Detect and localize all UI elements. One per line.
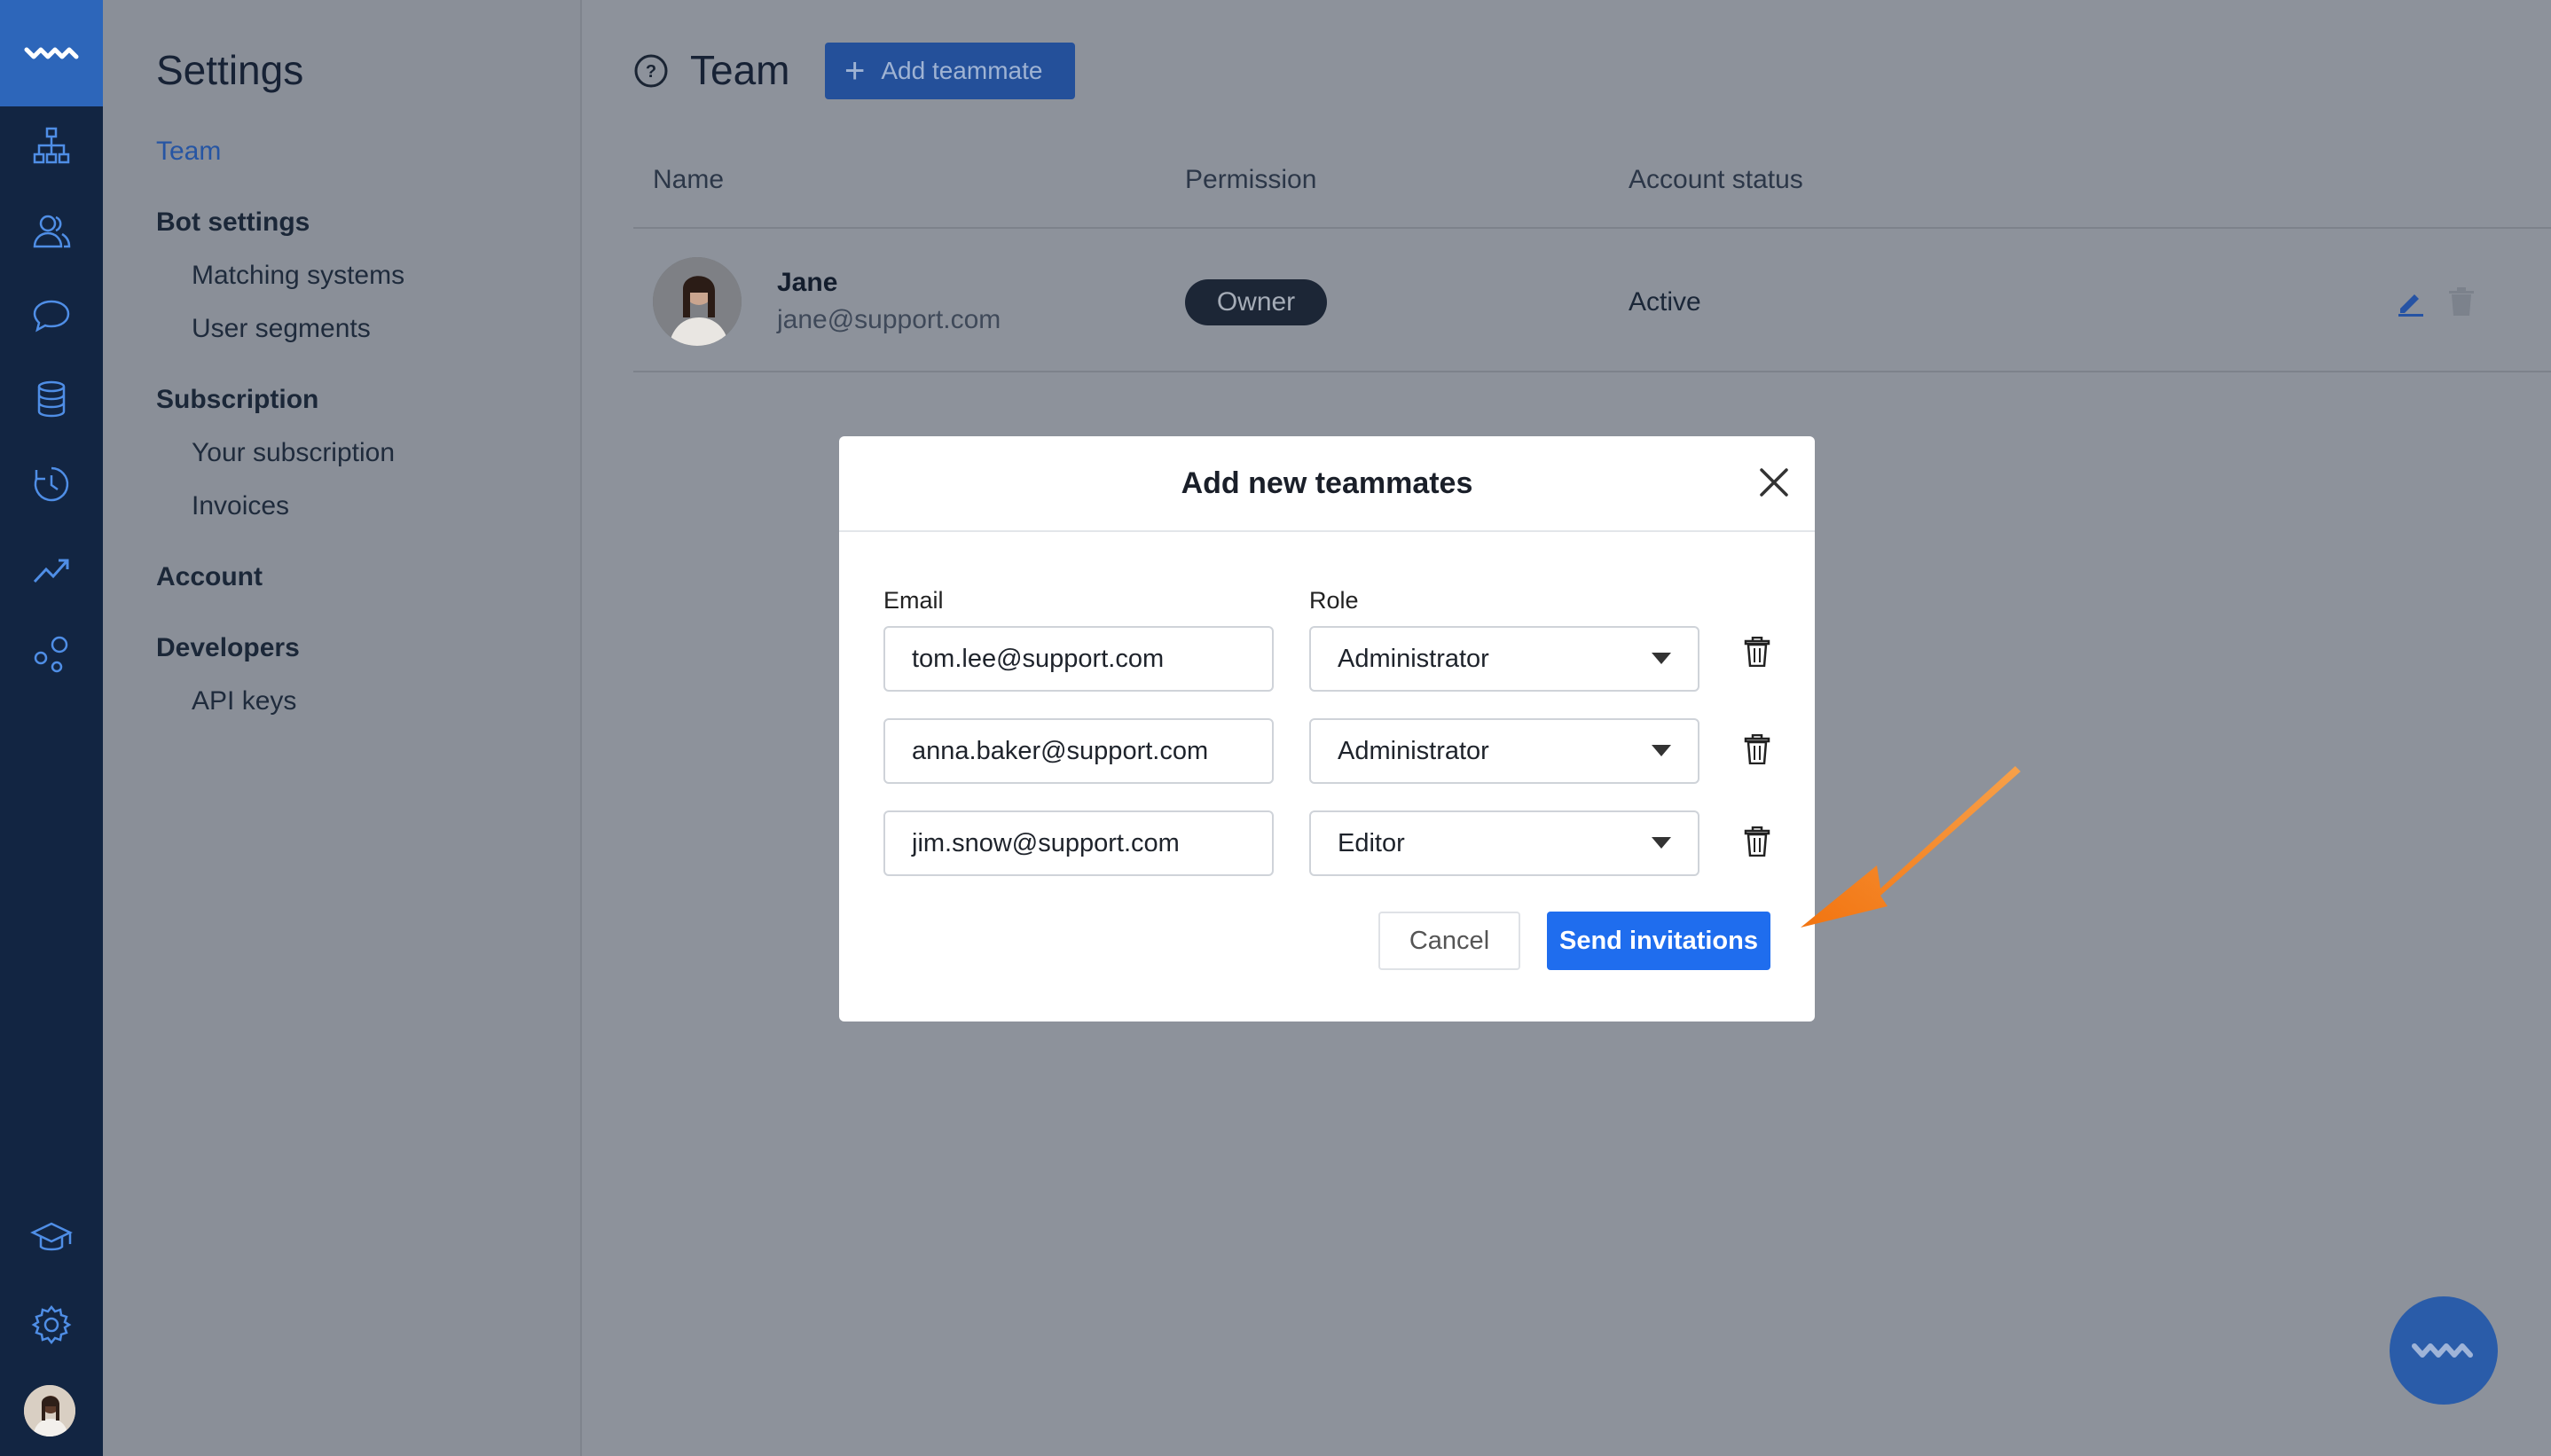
role-value: Editor — [1338, 828, 1405, 857]
settings-panel: Settings Team Bot settings Matching syst… — [103, 0, 582, 1456]
nav-team[interactable]: Team — [156, 137, 221, 167]
role-select[interactable]: Administrator — [1309, 626, 1699, 692]
role-value: Administrator — [1338, 644, 1489, 673]
nav-invoices[interactable]: Invoices — [192, 491, 289, 521]
modal-title: Add new teammates — [1181, 466, 1473, 500]
email-field[interactable]: tom.lee@support.com — [883, 626, 1274, 692]
column-header-permission: Permission — [1185, 165, 1317, 194]
nav-api-keys[interactable]: API keys — [192, 686, 296, 716]
user-avatar — [653, 257, 742, 346]
add-teammate-button[interactable]: + Add teammate — [825, 43, 1075, 99]
annotation-arrow-icon — [1801, 766, 2021, 928]
user-email: jane@support.com — [777, 305, 1001, 334]
role-select[interactable]: Administrator — [1309, 718, 1699, 784]
account-status: Active — [1629, 287, 1701, 317]
remove-row-trash-icon[interactable] — [1744, 826, 1770, 857]
column-header-status: Account status — [1629, 165, 1803, 194]
email-field[interactable]: anna.baker@support.com — [883, 718, 1274, 784]
edit-pencil-icon[interactable] — [2395, 286, 2427, 317]
nav-matching-systems[interactable]: Matching systems — [192, 261, 404, 291]
close-icon[interactable] — [1756, 465, 1792, 500]
header-divider — [633, 227, 2551, 229]
profile-avatar[interactable] — [24, 1385, 75, 1436]
nav-account[interactable]: Account — [156, 562, 263, 592]
send-invitations-button[interactable]: Send invitations — [1547, 912, 1770, 970]
caret-down-icon — [1652, 653, 1671, 664]
role-value: Administrator — [1338, 736, 1489, 765]
caret-down-icon — [1652, 745, 1671, 756]
integrations-icon[interactable] — [25, 628, 78, 681]
nav-your-subscription[interactable]: Your subscription — [192, 438, 395, 468]
remove-row-trash-icon[interactable] — [1744, 637, 1770, 667]
permission-badge: Owner — [1185, 279, 1327, 325]
app-logo[interactable] — [0, 0, 103, 106]
history-icon[interactable] — [25, 458, 78, 511]
chat-widget-button[interactable] — [2390, 1296, 2498, 1405]
settings-gear-icon[interactable] — [25, 1298, 78, 1351]
nav-subscription[interactable]: Subscription — [156, 385, 318, 415]
users-icon[interactable] — [25, 204, 78, 257]
remove-row-trash-icon[interactable] — [1744, 734, 1770, 764]
email-label: Email — [883, 587, 944, 614]
svg-text:?: ? — [646, 62, 656, 82]
email-field[interactable]: jim.snow@support.com — [883, 810, 1274, 876]
wave-chat-icon — [2412, 1343, 2473, 1358]
settings-title: Settings — [156, 47, 304, 93]
role-label: Role — [1309, 587, 1359, 614]
add-teammate-label: Add teammate — [881, 57, 1043, 84]
caret-down-icon — [1652, 837, 1671, 849]
cancel-button[interactable]: Cancel — [1378, 912, 1520, 970]
hierarchy-icon[interactable] — [25, 119, 78, 172]
database-icon[interactable] — [25, 372, 78, 426]
analytics-trend-icon[interactable] — [25, 543, 78, 596]
role-select[interactable]: Editor — [1309, 810, 1699, 876]
add-teammates-modal: Add new teammates Email Role tom.lee@sup… — [839, 436, 1815, 1022]
delete-trash-icon[interactable] — [2446, 286, 2476, 317]
page-title: Team — [690, 47, 790, 93]
plus-icon: + — [844, 51, 866, 90]
wave-logo-icon — [24, 47, 79, 59]
app-rail — [0, 0, 103, 1456]
academy-cap-icon[interactable] — [25, 1211, 78, 1264]
nav-user-segments[interactable]: User segments — [192, 314, 371, 344]
nav-bot-settings[interactable]: Bot settings — [156, 207, 310, 238]
chat-bubble-icon[interactable] — [25, 289, 78, 342]
nav-developers[interactable]: Developers — [156, 633, 300, 663]
help-icon[interactable]: ? — [633, 53, 669, 89]
row-divider — [633, 371, 2551, 372]
column-header-name: Name — [653, 165, 725, 194]
user-name: Jane — [777, 268, 838, 297]
